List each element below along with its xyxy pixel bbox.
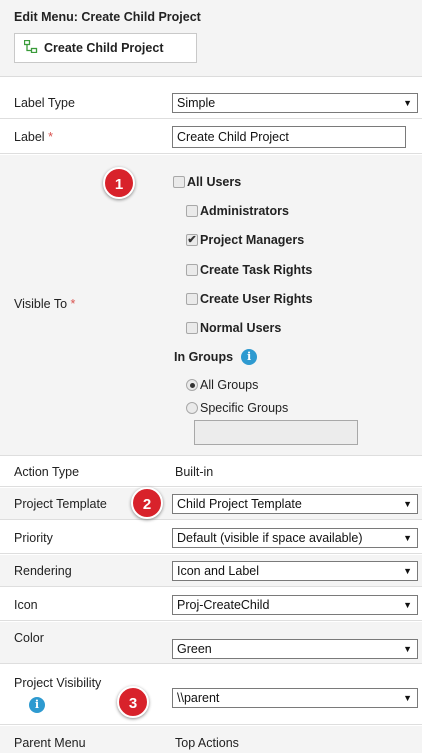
checkbox-administrators[interactable]: Administrators bbox=[186, 204, 289, 218]
create-child-project-button-label: Create Child Project bbox=[44, 41, 164, 55]
checkbox-create-task-rights[interactable]: Create Task Rights bbox=[186, 263, 312, 277]
parent-menu-value: Top Actions bbox=[175, 736, 239, 750]
icon-field-label: Icon bbox=[14, 598, 38, 612]
checkbox-icon bbox=[173, 176, 185, 188]
project-template-select[interactable]: Child Project Template ▼ bbox=[172, 494, 418, 514]
chevron-down-icon: ▼ bbox=[403, 566, 412, 576]
project-template-value: Child Project Template bbox=[177, 497, 302, 511]
checkbox-icon bbox=[186, 205, 198, 217]
chevron-down-icon: ▼ bbox=[403, 499, 412, 509]
project-visibility-select[interactable]: \\parent ▼ bbox=[172, 688, 418, 708]
callout-badge-2: 2 bbox=[131, 487, 163, 519]
label-type-value: Simple bbox=[177, 96, 216, 110]
create-child-project-icon bbox=[23, 39, 38, 56]
row-label-type: Label Type Simple ▼ bbox=[0, 87, 422, 119]
chevron-down-icon: ▼ bbox=[403, 600, 412, 610]
chevron-down-icon: ▼ bbox=[403, 533, 412, 543]
chevron-down-icon: ▼ bbox=[403, 644, 412, 654]
priority-label: Priority bbox=[14, 531, 53, 545]
icon-value: Proj-CreateChild bbox=[177, 598, 270, 612]
project-visibility-label: Project Visibility bbox=[14, 676, 102, 690]
required-asterisk: * bbox=[70, 297, 76, 311]
checkbox-project-managers[interactable]: ✔ Project Managers bbox=[186, 233, 304, 247]
label-type-select[interactable]: Simple ▼ bbox=[172, 93, 418, 113]
row-priority: Priority Default (visible if space avail… bbox=[0, 521, 422, 554]
label-type-label: Label Type bbox=[14, 96, 75, 110]
rendering-value: Icon and Label bbox=[177, 564, 260, 578]
in-groups-label: In Groups bbox=[174, 350, 234, 364]
radio-icon bbox=[186, 402, 198, 414]
radio-selected-icon bbox=[186, 379, 198, 391]
row-action-type: Action Type Built-in bbox=[0, 457, 422, 487]
chevron-down-icon: ▼ bbox=[403, 693, 412, 703]
required-asterisk: * bbox=[48, 130, 53, 144]
action-type-label: Action Type bbox=[14, 465, 80, 479]
label-field-label: Label * bbox=[14, 130, 53, 144]
parent-menu-label: Parent Menu bbox=[14, 736, 86, 750]
callout-badge-3: 3 bbox=[117, 686, 149, 718]
priority-value: Default (visible if space available) bbox=[177, 531, 363, 545]
checkbox-icon bbox=[186, 322, 198, 334]
color-value: Green bbox=[177, 642, 212, 656]
info-icon[interactable]: i bbox=[29, 697, 45, 713]
checkbox-all-users[interactable]: All Users bbox=[173, 175, 241, 189]
in-groups-heading: In Groups i bbox=[174, 349, 258, 365]
visible-to-label: Visible To * bbox=[14, 297, 76, 311]
radio-all-groups[interactable]: All Groups bbox=[186, 378, 258, 392]
rendering-select[interactable]: Icon and Label ▼ bbox=[172, 561, 418, 581]
row-icon: Icon Proj-CreateChild ▼ bbox=[0, 588, 422, 621]
row-project-template: Project Template 2 Child Project Templat… bbox=[0, 487, 422, 520]
page-title: Edit Menu: Create Child Project bbox=[14, 10, 201, 24]
checkbox-create-user-rights[interactable]: Create User Rights bbox=[186, 292, 313, 306]
rendering-label: Rendering bbox=[14, 564, 72, 578]
action-type-value: Built-in bbox=[175, 465, 214, 479]
project-visibility-value: \\parent bbox=[177, 691, 220, 705]
color-select[interactable]: Green ▼ bbox=[172, 639, 418, 659]
label-input[interactable]: Create Child Project bbox=[172, 126, 406, 148]
row-label: Label * Create Child Project bbox=[0, 120, 422, 154]
row-rendering: Rendering Icon and Label ▼ bbox=[0, 555, 422, 587]
row-color: Color Green ▼ bbox=[0, 622, 422, 664]
menu-header: Edit Menu: Create Child Project Create C… bbox=[0, 0, 422, 77]
color-field-label: Color bbox=[14, 631, 44, 645]
chevron-down-icon: ▼ bbox=[403, 98, 412, 108]
create-child-project-button[interactable]: Create Child Project bbox=[14, 33, 197, 63]
callout-badge-1: 1 bbox=[103, 167, 135, 199]
checkbox-icon bbox=[186, 264, 198, 276]
specific-groups-list[interactable] bbox=[194, 420, 358, 445]
row-parent-menu: Parent Menu Top Actions bbox=[0, 726, 422, 753]
info-icon[interactable]: i bbox=[241, 349, 258, 365]
row-project-visibility: Project Visibility i 3 \\parent ▼ bbox=[0, 665, 422, 725]
radio-specific-groups[interactable]: Specific Groups bbox=[186, 401, 288, 415]
icon-select[interactable]: Proj-CreateChild ▼ bbox=[172, 595, 418, 615]
priority-select[interactable]: Default (visible if space available) ▼ bbox=[172, 528, 418, 548]
row-visible-to: Visible To * 1 All Users Administrators … bbox=[0, 155, 422, 456]
checkmark-icon: ✔ bbox=[186, 234, 198, 246]
checkbox-icon bbox=[186, 293, 198, 305]
project-template-label: Project Template bbox=[14, 497, 107, 511]
checkbox-normal-users[interactable]: Normal Users bbox=[186, 321, 281, 335]
